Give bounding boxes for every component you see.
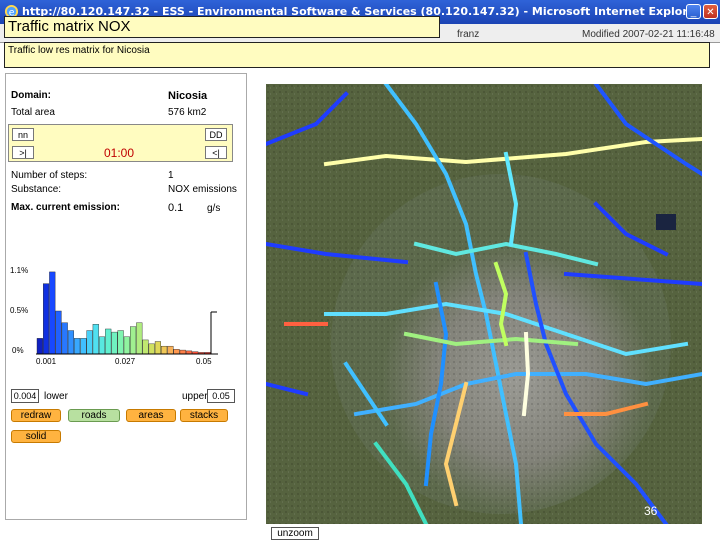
substance-value: NOX emissions (168, 184, 237, 195)
stacks-button[interactable]: stacks (180, 409, 228, 422)
domain-label: Domain: (11, 90, 51, 101)
histogram-bar (80, 338, 87, 355)
time-prev-button[interactable]: >| (12, 146, 34, 159)
histogram-bar (111, 331, 118, 355)
y-tick-label: 0% (12, 346, 24, 355)
histogram-bar (67, 330, 74, 355)
steps-value: 1 (168, 170, 174, 181)
histogram-bar (86, 330, 93, 355)
histogram-bar (136, 322, 143, 355)
domain-value: Nicosia (168, 90, 208, 102)
histogram-bar (49, 271, 56, 355)
histogram-bar (105, 328, 112, 355)
solid-button[interactable]: solid (11, 430, 61, 443)
user-name: franz (457, 29, 480, 40)
histogram-bar (161, 345, 168, 355)
histogram-bar (36, 338, 43, 355)
close-icon[interactable]: ✕ (703, 4, 718, 19)
x-tick-label: 0.05 (196, 357, 212, 366)
histogram-bar (92, 324, 99, 355)
y-tick-label: 1.1% (10, 266, 28, 275)
histogram-bar (43, 283, 50, 355)
total-area-value: 576 km2 (168, 107, 207, 118)
histogram-bar (98, 336, 106, 355)
time-next-button[interactable]: <| (205, 146, 227, 159)
page-title: Traffic matrix NOX (8, 18, 131, 35)
page-title-box: Traffic matrix NOX (4, 16, 440, 38)
histogram-bar (61, 322, 68, 355)
substance-label: Substance: (11, 184, 62, 195)
histogram-bar (173, 349, 180, 355)
modified-date: Modified 2007-02-21 11:16:48 (582, 29, 715, 40)
areas-button[interactable]: areas (126, 409, 176, 422)
upper-threshold-input[interactable]: 0.05 (207, 389, 235, 403)
y-tick-label: 0.5% (10, 306, 28, 315)
minimize-icon[interactable]: _ (686, 4, 701, 19)
histogram-bar (117, 330, 124, 355)
histogram-bar (179, 349, 186, 355)
steps-label: Number of steps: (11, 170, 88, 181)
x-tick-label: 0.027 (115, 357, 136, 366)
emission-label: Max. current emission: (11, 202, 120, 213)
emission-map[interactable] (266, 84, 702, 524)
time-first-button[interactable]: nn (12, 128, 34, 141)
upper-label: upper (182, 391, 208, 402)
histogram-bar (167, 345, 174, 355)
histogram-bar (130, 326, 137, 355)
roads-button[interactable]: roads (68, 409, 120, 422)
histogram-bar (142, 339, 149, 355)
time-last-button[interactable]: DD (205, 128, 227, 141)
lower-label: lower (44, 391, 68, 402)
unzoom-button[interactable]: unzoom (271, 527, 319, 540)
description-box: Traffic low res matrix for Nicosia (4, 42, 710, 68)
redraw-button[interactable]: redraw (11, 409, 61, 422)
histogram-bar (148, 343, 155, 355)
histogram-bar (123, 336, 130, 355)
building-block (656, 214, 676, 230)
emission-value: 0.1 (168, 202, 184, 214)
histogram-bar (74, 338, 81, 355)
emission-histogram: 1.1% 0.5% 0% 0.001 0.027 0.05 (10, 266, 218, 366)
lower-threshold-input[interactable]: 0.004 (11, 389, 39, 403)
description-text: Traffic low res matrix for Nicosia (8, 45, 150, 56)
total-area-label: Total area (11, 107, 55, 118)
histogram-bar (154, 341, 161, 355)
slide-number: 36 (644, 504, 658, 518)
time-value: 01:00 (104, 146, 135, 160)
x-tick-label: 0.001 (36, 357, 57, 366)
histogram-bar (55, 310, 62, 355)
emission-unit: g/s (207, 203, 221, 214)
